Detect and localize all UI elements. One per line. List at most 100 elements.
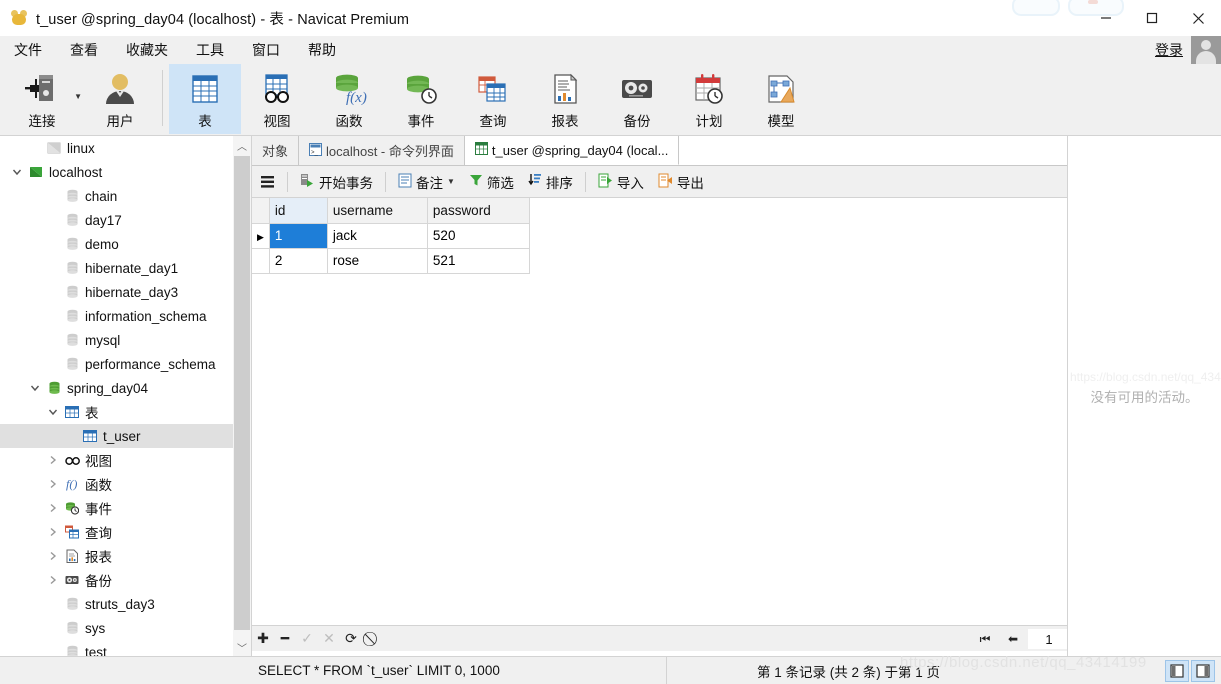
status-bar: SELECT * FROM `t_user` LIMIT 0, 1000 第 1…	[0, 656, 1221, 684]
chevron-right-icon[interactable]	[44, 527, 62, 537]
tree-item-localhost[interactable]: localhost	[0, 160, 233, 184]
scroll-down-icon[interactable]: ﹀	[233, 638, 251, 656]
chevron-down-icon[interactable]	[44, 407, 62, 417]
tree-item-表[interactable]: 表	[0, 400, 233, 424]
tab-objects[interactable]: 对象	[252, 136, 300, 165]
tree-item-struts_day3[interactable]: struts_day3	[0, 592, 233, 616]
tree-item-demo[interactable]: demo	[0, 232, 233, 256]
toggle-left-panel-icon[interactable]	[1165, 659, 1189, 682]
connection-gray-icon	[44, 141, 64, 155]
tab-console[interactable]: >_ localhost - 命令列界面	[299, 136, 465, 165]
row-indicator[interactable]	[252, 248, 270, 274]
chevron-right-icon[interactable]	[44, 575, 62, 585]
toolbar-button-report[interactable]: 报表	[529, 64, 601, 134]
tree-item-test[interactable]: test	[0, 640, 233, 656]
tree-item-查询[interactable]: 查询	[0, 520, 233, 544]
login-link[interactable]: 登录	[1155, 40, 1183, 60]
cell-username[interactable]: rose	[327, 248, 428, 274]
chevron-down-icon[interactable]	[26, 383, 44, 393]
toggle-right-panel-icon[interactable]	[1191, 659, 1215, 682]
cell-password[interactable]: 521	[427, 248, 530, 274]
toolbar-button-user[interactable]: 用户	[84, 64, 156, 134]
tree-item-备份[interactable]: 备份	[0, 568, 233, 592]
column-header-password[interactable]: password	[427, 198, 530, 224]
sort-button[interactable]: 排序	[521, 168, 580, 196]
import-button[interactable]: 导入	[591, 168, 651, 196]
minimize-button[interactable]	[1083, 0, 1129, 36]
filter-button[interactable]: 筛选	[462, 168, 521, 196]
stop-button[interactable]: ⃠	[362, 627, 384, 651]
note-button[interactable]: 备注 ▼	[391, 168, 462, 196]
toolbar-button-query[interactable]: 查询	[457, 64, 529, 134]
console-icon: >_	[309, 142, 323, 159]
tree-item-information_schema[interactable]: information_schema	[0, 304, 233, 328]
tree-item-spring_day04[interactable]: spring_day04	[0, 376, 233, 400]
tree-item-sys[interactable]: sys	[0, 616, 233, 640]
chevron-right-icon[interactable]	[44, 503, 62, 513]
view-icon	[62, 453, 82, 467]
chevron-down-icon[interactable]: ▼	[74, 92, 82, 101]
column-header-username[interactable]: username	[327, 198, 428, 224]
toolbar-button-schedule[interactable]: 计划	[673, 64, 745, 134]
chevron-right-icon[interactable]	[44, 551, 62, 561]
tree-item-事件[interactable]: 事件	[0, 496, 233, 520]
cell-username[interactable]: jack	[327, 223, 428, 249]
prev-page-button[interactable]: ⬅	[1000, 627, 1026, 651]
toolbar-button-event[interactable]: 事件	[385, 64, 457, 134]
table-row[interactable]: ▶ 1 jack 520	[252, 223, 530, 249]
toolbar-button-table[interactable]: 表	[169, 64, 241, 134]
cell-id[interactable]: 2	[269, 248, 328, 274]
toolbar-button-view[interactable]: 视图	[241, 64, 313, 134]
tree-item-performance_schema[interactable]: performance_schema	[0, 352, 233, 376]
toolbar-button-backup[interactable]: 备份	[601, 64, 673, 134]
chevron-right-icon[interactable]	[44, 455, 62, 465]
tree-item-报表[interactable]: 报表	[0, 544, 233, 568]
tree-item-label: t_user	[103, 428, 141, 444]
tree-item-chain[interactable]: chain	[0, 184, 233, 208]
tree-item-视图[interactable]: 视图	[0, 448, 233, 472]
tab-table-data[interactable]: t_user @spring_day04 (local...	[464, 136, 680, 165]
tree-item-linux[interactable]: linux	[0, 136, 233, 160]
sidebar-scrollbar[interactable]: ︿ ﹀	[233, 136, 251, 656]
scroll-up-icon[interactable]: ︿	[233, 136, 251, 154]
toolbar-button-model[interactable]: 模型	[745, 64, 817, 134]
hamburger-icon[interactable]	[252, 175, 282, 189]
menu-item-file[interactable]: 文件	[0, 36, 56, 64]
export-button[interactable]: 导出	[651, 168, 711, 196]
tree-item-hibernate_day3[interactable]: hibernate_day3	[0, 280, 233, 304]
sidebar-scroll-thumb[interactable]	[234, 156, 250, 630]
tree-item-hibernate_day1[interactable]: hibernate_day1	[0, 256, 233, 280]
toolbar-button-connection[interactable]: 连接 ▼	[0, 64, 84, 134]
menu-item-tools[interactable]: 工具	[182, 36, 238, 64]
close-button[interactable]	[1175, 0, 1221, 36]
menu-item-favorites[interactable]: 收藏夹	[112, 36, 182, 64]
page-number-input[interactable]: 1	[1028, 629, 1070, 649]
toolbar-button-function[interactable]: f(x) 函数	[313, 64, 385, 134]
refresh-button[interactable]: ⟳	[340, 627, 362, 651]
menu-item-view[interactable]: 查看	[56, 36, 112, 64]
first-page-button[interactable]: ⏮	[972, 627, 998, 651]
tree-item-函数[interactable]: f() 函数	[0, 472, 233, 496]
chevron-down-icon[interactable]: ▼	[447, 177, 455, 186]
tree-item-t_user[interactable]: t_user	[0, 424, 233, 448]
chevron-right-icon[interactable]	[44, 479, 62, 489]
database-green-icon	[44, 381, 64, 395]
column-header-id[interactable]: id	[269, 198, 328, 224]
cell-id[interactable]: 1	[269, 223, 328, 249]
maximize-button[interactable]	[1129, 0, 1175, 36]
apply-changes-button[interactable]: ✓	[296, 627, 318, 651]
avatar[interactable]	[1191, 36, 1221, 64]
row-indicator[interactable]: ▶	[252, 223, 270, 249]
database-tree[interactable]: linux localhost chain day17 demo hibernate_da…	[0, 136, 233, 656]
cell-password[interactable]: 520	[427, 223, 530, 249]
menu-item-window[interactable]: 窗口	[238, 36, 294, 64]
begin-transaction-button[interactable]: 开始事务	[293, 168, 380, 196]
chevron-down-icon[interactable]	[8, 167, 26, 177]
tree-item-mysql[interactable]: mysql	[0, 328, 233, 352]
table-row[interactable]: 2 rose 521	[252, 248, 530, 274]
delete-record-button[interactable]: ━	[274, 627, 296, 651]
menu-item-help[interactable]: 帮助	[294, 36, 350, 64]
tree-item-day17[interactable]: day17	[0, 208, 233, 232]
add-record-button[interactable]: ✚	[252, 627, 274, 651]
cancel-changes-button[interactable]: ✕	[318, 627, 340, 651]
